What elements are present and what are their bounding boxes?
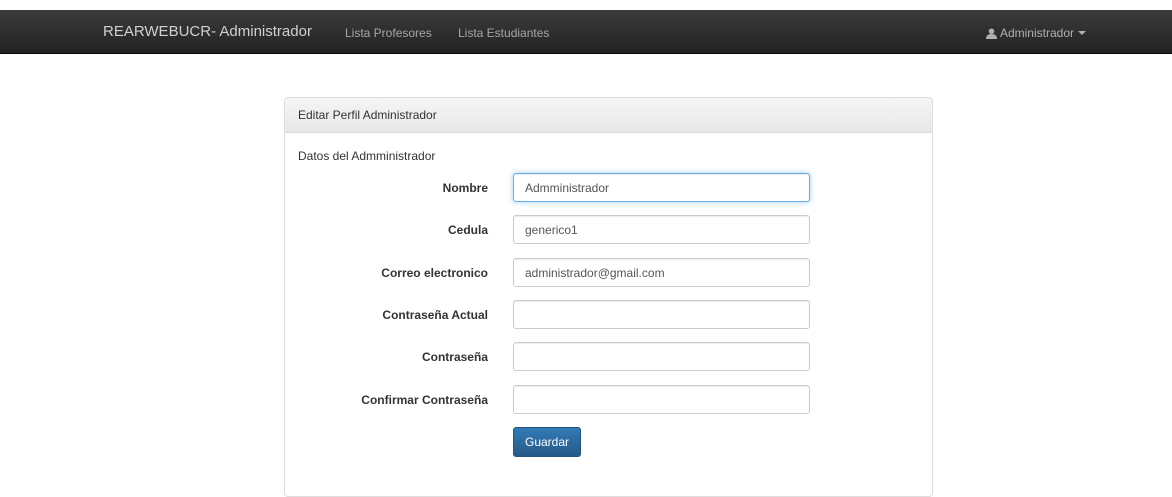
user-icon bbox=[985, 27, 997, 39]
nombre-input[interactable] bbox=[513, 173, 810, 202]
cedula-input[interactable] bbox=[513, 215, 810, 244]
contrasena-actual-label: Contraseña Actual bbox=[382, 308, 488, 322]
user-menu-label: Administrador bbox=[999, 26, 1074, 40]
user-menu-dropdown[interactable]: Administrador bbox=[985, 26, 1086, 40]
navbar-brand[interactable]: REARWEBUCR- Administrador bbox=[103, 23, 312, 40]
correo-label: Correo electronico bbox=[381, 266, 488, 280]
edit-profile-panel: Editar Perfil Administrador Datos del Ad… bbox=[284, 97, 933, 497]
top-navbar: REARWEBUCR- Administrador Lista Profesor… bbox=[0, 10, 1172, 54]
nav-link-lista-estudiantes[interactable]: Lista Estudiantes bbox=[458, 26, 549, 40]
section-title: Datos del Admministrador bbox=[298, 149, 436, 163]
caret-down-icon bbox=[1078, 31, 1086, 35]
panel-heading: Editar Perfil Administrador bbox=[285, 98, 932, 133]
guardar-button[interactable]: Guardar bbox=[513, 427, 581, 457]
confirmar-contrasena-label: Confirmar Contraseña bbox=[361, 393, 488, 407]
contrasena-label: Contraseña bbox=[421, 350, 488, 364]
nav-link-lista-profesores[interactable]: Lista Profesores bbox=[345, 26, 432, 40]
contrasena-input[interactable] bbox=[513, 342, 810, 371]
contrasena-actual-input[interactable] bbox=[513, 300, 810, 329]
cedula-label: Cedula bbox=[447, 223, 488, 237]
nombre-label: Nombre bbox=[442, 181, 488, 195]
confirmar-contrasena-input[interactable] bbox=[513, 385, 810, 414]
correo-input[interactable] bbox=[513, 258, 810, 287]
